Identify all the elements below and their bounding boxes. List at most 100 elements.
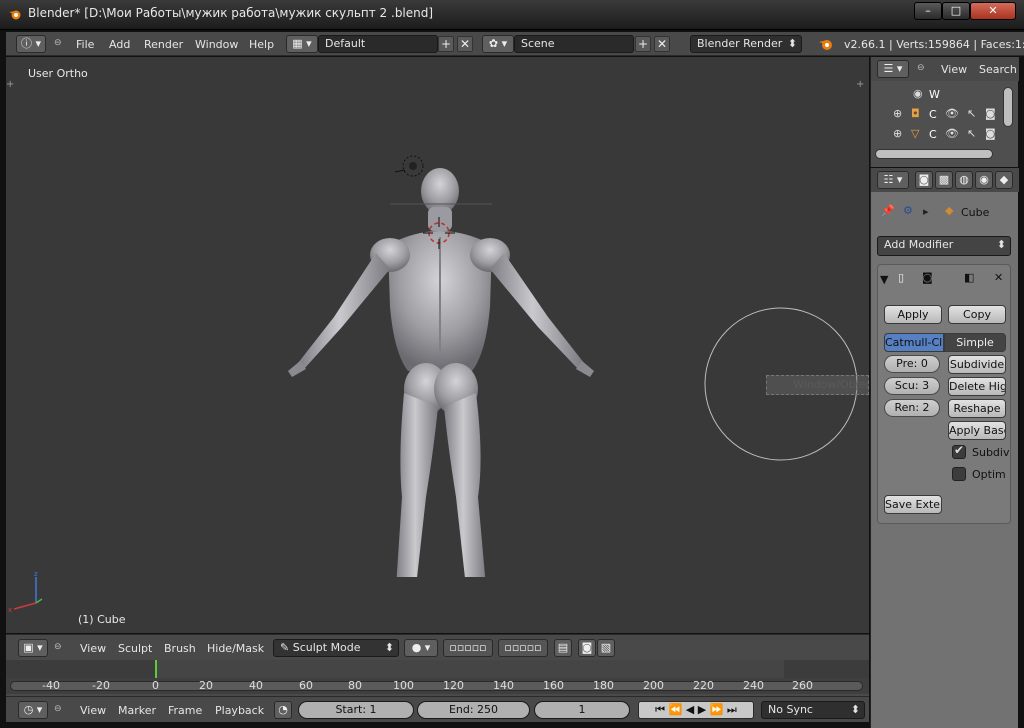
prev-key-icon[interactable]: ⏪ <box>669 703 683 716</box>
catmull-clark-tab[interactable]: Catmull-Cla <box>884 333 944 352</box>
render-visibility-icon[interactable]: ◙ <box>922 271 933 284</box>
jump-end-icon[interactable]: ⏭ <box>727 703 737 716</box>
timeline-scrollbar[interactable] <box>6 678 869 694</box>
apply-base-button[interactable]: Apply Base <box>948 421 1006 440</box>
opengl-render-button[interactable]: ◙ <box>578 639 596 657</box>
sculpt-levels-field[interactable]: Scu: 3 <box>884 377 940 395</box>
simple-tab[interactable]: Simple <box>944 333 1006 352</box>
lock-layers-button[interactable]: ▤ <box>554 639 572 657</box>
properties-editor[interactable]: ☷ ▾ ◙ ▩ ◍ ◉ ◆ 📌 ⚙ ▸ ◆ Cube Add Modifier … <box>870 168 1019 728</box>
collapse-menu-icon[interactable]: ⊖ <box>54 642 62 652</box>
editor-type-3d-button[interactable]: ▣ ▾ <box>18 639 48 657</box>
jump-start-icon[interactable]: ⏮ <box>655 703 665 716</box>
scene-field[interactable]: Scene <box>514 35 634 53</box>
render-levels-field[interactable]: Ren: 2 <box>884 399 940 417</box>
editor-type-info-button[interactable]: ⓘ ▾ <box>16 35 46 53</box>
delete-higher-button[interactable]: Delete Hig <box>948 377 1006 396</box>
layers-grid-2[interactable]: ▫▫▫▫▫ <box>498 639 548 657</box>
save-external-button[interactable]: Save Exter <box>884 495 942 514</box>
reshape-button[interactable]: Reshape <box>948 399 1006 418</box>
preview-range-button[interactable]: ◔ <box>274 701 292 719</box>
outliner-row-camera[interactable]: ⊕ ◘ C 👁 ↖ ◙ <box>871 105 1019 124</box>
visibility-eye-icon[interactable]: 👁 <box>945 127 959 140</box>
opengl-anim-button[interactable]: ▧ <box>597 639 615 657</box>
render-camera-icon[interactable]: ◙ <box>985 127 996 140</box>
sync-mode-select[interactable]: No Sync ⬍ <box>761 701 865 719</box>
menu-file[interactable]: File <box>76 38 94 51</box>
apply-modifier-button[interactable]: Apply <box>884 305 942 324</box>
minimize-button[interactable]: – <box>914 2 942 20</box>
outliner-row-world[interactable]: ◉ W <box>871 85 1019 104</box>
preview-levels-field[interactable]: Pre: 0 <box>884 355 940 373</box>
layers-grid-1[interactable]: ▫▫▫▫▫ <box>443 639 493 657</box>
collapse-menu-icon[interactable]: ⊖ <box>917 63 925 73</box>
subdivide-uvs-checkbox[interactable]: ✔ <box>952 443 966 459</box>
current-frame-field[interactable]: 1 <box>534 701 630 719</box>
select-cursor-icon[interactable]: ↖ <box>967 107 976 120</box>
select-cursor-icon[interactable]: ↖ <box>967 127 976 140</box>
editor-type-outliner-button[interactable]: ☰ ▾ <box>877 60 909 78</box>
remove-modifier-icon[interactable]: ✕ <box>994 271 1003 284</box>
menu-window[interactable]: Window <box>195 38 238 51</box>
viewport-visibility-icon[interactable]: ◧ <box>964 271 974 284</box>
menu-playback[interactable]: Playback <box>215 704 264 717</box>
tab-render[interactable]: ◙ <box>915 171 933 189</box>
next-key-icon[interactable]: ⏩ <box>710 703 724 716</box>
outliner-hscrollbar[interactable] <box>875 149 993 159</box>
viewport-shading-select[interactable]: ● ▾ <box>404 639 438 657</box>
render-engine-select[interactable]: Blender Render ⬍ <box>690 35 802 53</box>
menu-add[interactable]: Add <box>109 38 130 51</box>
play-reverse-icon[interactable]: ◀ <box>686 703 694 716</box>
subdivide-button[interactable]: Subdivide <box>948 355 1006 374</box>
expand-icon[interactable]: ⊕ <box>893 127 902 140</box>
menu-brush[interactable]: Brush <box>164 642 196 655</box>
visibility-eye-icon[interactable]: 👁 <box>945 107 959 120</box>
tab-render-layers[interactable]: ▩ <box>935 171 953 189</box>
timeline-key-track[interactable] <box>6 660 869 678</box>
outliner-editor[interactable]: ☰ ▾ ⊖ View Search ◉ W ⊕ ◘ C 👁 ↖ ◙ ⊕ ▽ C … <box>870 57 1019 167</box>
outliner-menu-view[interactable]: View <box>941 63 967 76</box>
start-frame-field[interactable]: Start: 1 <box>298 701 414 719</box>
tab-scene[interactable]: ◍ <box>955 171 973 189</box>
remove-layout-button[interactable]: ✕ <box>457 36 473 52</box>
toolshelf-toggle-icon[interactable]: + <box>6 79 14 90</box>
timeline-editor[interactable]: -40 -20 0 20 40 60 80 100 120 140 160 18… <box>6 660 869 696</box>
pin-icon[interactable]: 📌 <box>881 204 895 217</box>
collapse-triangle-icon[interactable]: ▼ <box>880 273 888 286</box>
menu-render[interactable]: Render <box>144 38 183 51</box>
close-window-button[interactable]: ✕ <box>970 2 1016 20</box>
maximize-button[interactable]: □ <box>942 2 970 20</box>
remove-scene-button[interactable]: ✕ <box>654 36 670 52</box>
add-scene-button[interactable]: + <box>635 36 651 52</box>
lamp-object-icon[interactable] <box>391 152 431 182</box>
mode-select[interactable]: ✎ Sculpt Mode ⬍ <box>273 639 399 657</box>
menu-frame[interactable]: Frame <box>168 704 202 717</box>
menu-view[interactable]: View <box>80 704 106 717</box>
outliner-vscrollbar[interactable] <box>1003 87 1013 127</box>
optimal-display-checkbox[interactable] <box>952 467 966 481</box>
end-frame-field[interactable]: End: 250 <box>417 701 530 719</box>
add-layout-button[interactable]: + <box>438 36 454 52</box>
copy-modifier-button[interactable]: Copy <box>948 305 1006 324</box>
menu-sculpt[interactable]: Sculpt <box>118 642 152 655</box>
editor-type-properties-button[interactable]: ☷ ▾ <box>877 171 909 189</box>
tab-object[interactable]: ◆ <box>995 171 1013 189</box>
outliner-menu-search[interactable]: Search <box>979 63 1017 76</box>
play-icon[interactable]: ▶ <box>698 703 706 716</box>
screen-layout-selector[interactable]: ▦ ▾ <box>286 35 318 53</box>
editor-type-timeline-button[interactable]: ◷ ▾ <box>18 701 48 719</box>
timeline-scroll-handle[interactable] <box>10 681 863 691</box>
scene-selector[interactable]: ✿ ▾ <box>482 35 514 53</box>
tab-world[interactable]: ◉ <box>975 171 993 189</box>
menu-view[interactable]: View <box>80 642 106 655</box>
collapse-menu-icon[interactable]: ⊖ <box>54 704 62 714</box>
menu-marker[interactable]: Marker <box>118 704 156 717</box>
properties-toggle-icon[interactable]: + <box>856 79 864 90</box>
add-modifier-dropdown[interactable]: Add Modifier ⬍ <box>877 236 1011 256</box>
playback-controls[interactable]: ⏮ ⏪ ◀ ▶ ⏩ ⏭ <box>638 701 754 719</box>
outliner-row-cone[interactable]: ⊕ ▽ C 👁 ↖ ◙ <box>871 125 1019 144</box>
current-frame-playhead[interactable] <box>155 660 157 678</box>
screen-layout-field[interactable]: Default <box>318 35 438 53</box>
menu-hide-mask[interactable]: Hide/Mask <box>207 642 264 655</box>
menu-help[interactable]: Help <box>249 38 274 51</box>
